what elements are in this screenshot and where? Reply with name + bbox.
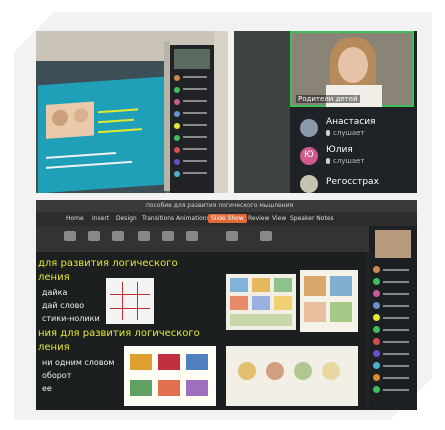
speaker-video-tile: Родители детей (290, 31, 414, 107)
video-tile-caption: Родители детей (296, 95, 360, 103)
ribbon-tab[interactable]: Transitions (142, 215, 174, 222)
participant-name: Регосстрах (326, 177, 379, 187)
photo-presentation-screen: пособие для развития логического мышлени… (36, 200, 417, 410)
slide-text-line: ления (38, 342, 70, 353)
avatar-initials: Ю (304, 150, 314, 160)
objects-image (226, 346, 358, 406)
slide-text-line: стики-нолики (42, 314, 100, 323)
participant-status: слушает (333, 129, 365, 137)
slide-text-line: оборот (42, 371, 72, 380)
ribbon-tab[interactable]: Home (66, 215, 84, 222)
mic-icon (326, 158, 330, 164)
avatar (300, 175, 318, 193)
avatar (300, 119, 318, 137)
ribbon-tab[interactable]: Insert (92, 215, 109, 222)
ribbon-tab[interactable]: View (272, 215, 286, 222)
photo-video-call: Родители детей Анастасия слушает Ю Юлия … (234, 31, 417, 193)
slide-text-line: дай слово (42, 301, 85, 310)
ribbon-toolbar (36, 226, 417, 252)
avatar: Ю (300, 147, 318, 165)
objects-image (124, 346, 216, 406)
cards-image (226, 274, 296, 330)
participant-sidebar (369, 226, 417, 410)
slide-text-line: ее (42, 384, 52, 393)
ribbon-tab[interactable]: Design (116, 215, 137, 222)
ribbon-tab[interactable]: Speaker Notes (290, 215, 334, 222)
photo-collage: Родители детей Анастасия слушает Ю Юлия … (0, 0, 445, 430)
slide-text-line: ния для развития логического (38, 328, 200, 339)
window-title: пособие для развития логического мышлени… (146, 202, 294, 209)
tic-tac-toe-image (106, 278, 154, 324)
ribbon-tab-active[interactable]: Slide Show (208, 214, 247, 223)
participant-name: Юлия (326, 145, 353, 155)
participant-sidebar (170, 45, 214, 193)
ribbon-tab[interactable]: Animations (176, 215, 210, 222)
photo-laptop-slide (36, 31, 228, 193)
slide-text-line: ления (38, 272, 70, 283)
slide-preview (38, 76, 164, 193)
slide-text-line: ни одним словом (42, 358, 115, 367)
cards-image (300, 270, 358, 332)
ribbon-tab[interactable]: Review (248, 215, 269, 222)
participant-name: Анастасия (326, 117, 376, 127)
slide-text-line: дайка (42, 288, 68, 297)
slide-text-line: для развития логического (38, 258, 178, 269)
participant-status: слушает (333, 157, 365, 165)
mic-icon (326, 130, 330, 136)
